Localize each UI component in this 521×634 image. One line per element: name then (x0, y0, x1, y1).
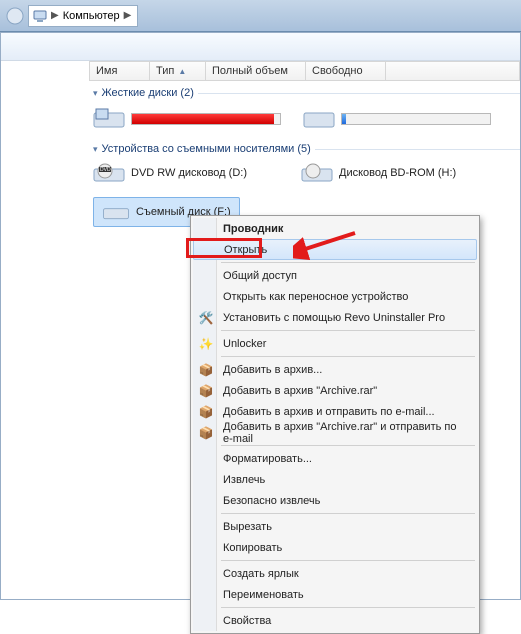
menu-archive-add[interactable]: 📦 Добавить в архив... (193, 359, 477, 380)
menu-revo[interactable]: 🛠️ Установить с помощью Revo Uninstaller… (193, 307, 477, 328)
menu-eject[interactable]: Извлечь (193, 469, 477, 490)
title-bar: ▶ Компьютер ▶ (0, 0, 521, 32)
group-hdd[interactable]: ▾ Жесткие диски (2) (89, 81, 520, 101)
menu-separator (221, 560, 475, 561)
col-total[interactable]: Полный объем (206, 62, 306, 80)
group-removable[interactable]: ▾ Устройства со съемными носителями (5) (89, 137, 520, 157)
breadcrumb[interactable]: ▶ Компьютер ▶ (28, 5, 138, 27)
drive-bd[interactable]: Дисковод BD-ROM (H:) (301, 161, 501, 185)
col-type[interactable]: Тип▲ (150, 62, 206, 80)
revo-icon: 🛠️ (198, 310, 214, 326)
bd-icon (301, 161, 333, 185)
col-name[interactable]: Имя (90, 62, 150, 80)
col-free[interactable]: Свободно (306, 62, 386, 80)
menu-safe-eject[interactable]: Безопасно извлечь (193, 490, 477, 511)
menu-separator (221, 445, 475, 446)
usage-bar (341, 113, 491, 125)
menu-archive-named[interactable]: 📦 Добавить в архив "Archive.rar" (193, 380, 477, 401)
menu-cut[interactable]: Вырезать (193, 516, 477, 537)
menu-archive-named-email[interactable]: 📦 Добавить в архив "Archive.rar" и отпра… (193, 422, 477, 443)
menu-separator (221, 607, 475, 608)
rar-icon: 📦 (198, 425, 214, 441)
menu-explorer[interactable]: Проводник (193, 218, 477, 239)
divider (315, 149, 520, 150)
usage-bar (131, 113, 281, 125)
drive-dvd[interactable]: DVD DVD RW дисковод (D:) (93, 161, 293, 185)
computer-icon (33, 9, 47, 23)
breadcrumb-location: Компьютер (63, 10, 120, 22)
menu-portable[interactable]: Открыть как переносное устройство (193, 286, 477, 307)
chevron-right-icon: ▶ (122, 10, 134, 21)
rar-icon: 📦 (198, 404, 214, 420)
back-icon (6, 7, 24, 25)
device-label: DVD RW дисковод (D:) (131, 167, 247, 179)
wand-icon: ✨ (198, 336, 214, 352)
drive-c[interactable] (93, 107, 293, 131)
toolbar (1, 33, 520, 61)
drive-d[interactable] (303, 107, 503, 131)
menu-rename[interactable]: Переименовать (193, 584, 477, 605)
group-label: Устройства со съемными носителями (5) (102, 143, 311, 155)
hdd-icon (93, 107, 125, 131)
menu-share[interactable]: Общий доступ (193, 265, 477, 286)
menu-separator (221, 513, 475, 514)
column-headers: Имя Тип▲ Полный объем Свободно (89, 61, 520, 81)
hdd-icon (303, 107, 335, 131)
menu-separator (221, 330, 475, 331)
chevron-right-icon: ▶ (49, 10, 61, 21)
context-menu: Проводник Открыть Общий доступ Открыть к… (190, 215, 480, 634)
rar-icon: 📦 (198, 362, 214, 378)
menu-open[interactable]: Открыть (193, 239, 477, 260)
menu-unlocker[interactable]: ✨ Unlocker (193, 333, 477, 354)
menu-properties[interactable]: Свойства (193, 610, 477, 631)
menu-format[interactable]: Форматировать... (193, 448, 477, 469)
menu-separator (221, 356, 475, 357)
dvd-icon: DVD (93, 161, 125, 185)
chevron-down-icon: ▾ (93, 88, 98, 99)
device-label: Дисковод BD-ROM (H:) (339, 167, 456, 179)
hdd-row (89, 101, 520, 137)
menu-copy[interactable]: Копировать (193, 537, 477, 558)
rar-icon: 📦 (198, 383, 214, 399)
chevron-down-icon: ▾ (93, 144, 98, 155)
svg-text:DVD: DVD (100, 167, 111, 173)
menu-separator (221, 262, 475, 263)
menu-shortcut[interactable]: Создать ярлык (193, 563, 477, 584)
divider (198, 93, 520, 94)
group-label: Жесткие диски (2) (102, 87, 194, 99)
menu-archive-email[interactable]: 📦 Добавить в архив и отправить по e-mail… (193, 401, 477, 422)
removable-icon (102, 202, 130, 222)
sort-asc-icon: ▲ (178, 67, 186, 76)
